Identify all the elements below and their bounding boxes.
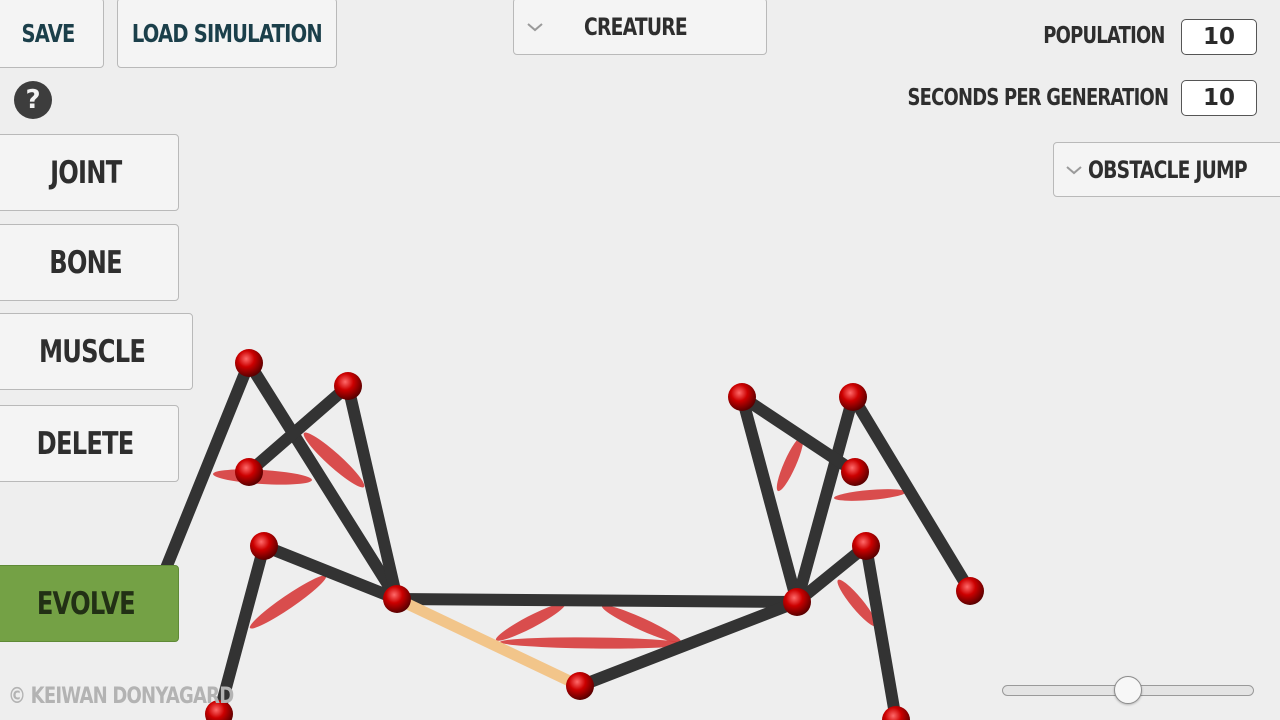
bone-button-label: BONE: [49, 244, 122, 281]
joint[interactable]: [334, 372, 362, 400]
bone-button[interactable]: BONE: [0, 224, 179, 301]
muscle-button-label: MUSCLE: [39, 333, 146, 370]
copyright-text: © KEIWAN DONYAGARD: [8, 684, 234, 709]
joint[interactable]: [852, 532, 880, 560]
joint-button-label: JOINT: [49, 154, 122, 191]
population-label: POPULATION: [1043, 23, 1166, 49]
delete-button[interactable]: DELETE: [0, 405, 179, 482]
joint[interactable]: [839, 383, 867, 411]
creature-dropdown[interactable]: CREATURE: [513, 0, 767, 55]
joint[interactable]: [728, 383, 756, 411]
joint[interactable]: [383, 585, 411, 613]
joint[interactable]: [783, 588, 811, 616]
muscle-button[interactable]: MUSCLE: [0, 313, 193, 390]
bone[interactable]: [860, 540, 902, 720]
help-glyph: ?: [25, 85, 41, 115]
muscle-center-3[interactable]: [499, 637, 687, 650]
speed-slider-thumb[interactable]: [1114, 676, 1142, 704]
evolve-button-label: EVOLVE: [36, 585, 135, 622]
evolve-button[interactable]: EVOLVE: [0, 565, 179, 642]
joint[interactable]: [566, 672, 594, 700]
joint[interactable]: [235, 349, 263, 377]
seconds-per-generation-label: SECONDS PER GENERATION: [907, 85, 1168, 111]
delete-button-label: DELETE: [37, 425, 135, 462]
joint[interactable]: [882, 706, 910, 720]
joint-button[interactable]: JOINT: [0, 134, 179, 211]
load-simulation-button[interactable]: LOAD SIMULATION: [117, 0, 337, 68]
bone[interactable]: [391, 593, 803, 608]
save-button-label: SAVE: [21, 18, 75, 48]
chevron-down-icon: [1064, 163, 1084, 177]
joint[interactable]: [841, 458, 869, 486]
task-dropdown-label: OBSTACLE JUMP: [1088, 155, 1248, 184]
population-input[interactable]: [1181, 19, 1257, 55]
chevron-down-icon: [524, 20, 546, 34]
task-dropdown[interactable]: OBSTACLE JUMP: [1053, 142, 1280, 197]
creature-dropdown-label: CREATURE: [584, 12, 688, 41]
joint[interactable]: [235, 458, 263, 486]
joint[interactable]: [956, 577, 984, 605]
joint[interactable]: [250, 532, 278, 560]
save-button[interactable]: SAVE: [0, 0, 104, 68]
load-simulation-label: LOAD SIMULATION: [131, 18, 323, 48]
help-icon[interactable]: ?: [14, 81, 52, 119]
seconds-per-generation-input[interactable]: [1181, 80, 1257, 116]
muscle-right-2[interactable]: [833, 487, 907, 503]
